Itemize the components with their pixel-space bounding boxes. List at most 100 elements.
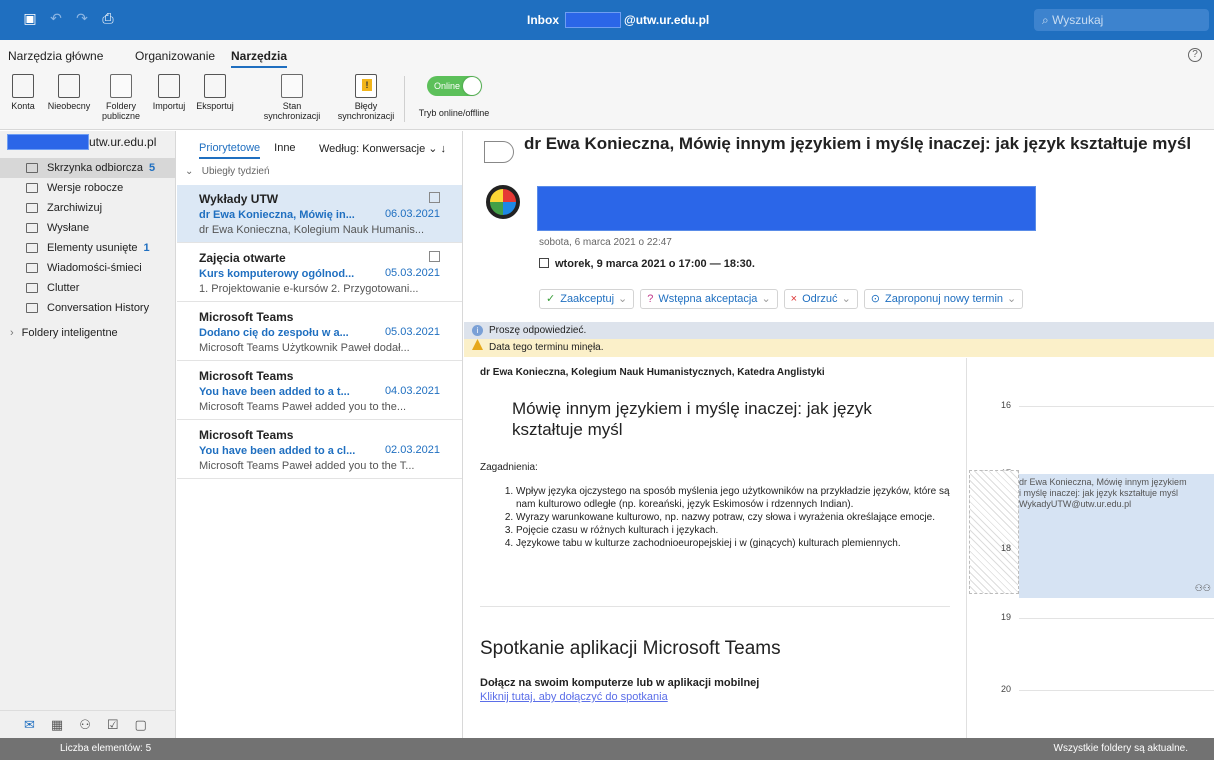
folder-sent[interactable]: Wysłane [0, 218, 176, 238]
tab-tools[interactable]: Narzędzia [231, 49, 288, 68]
window-title: Inbox @utw.ur.edu.pl [527, 12, 709, 28]
event-title-2: i myślę inaczej: jak język kształtuje my… [1019, 488, 1179, 498]
search-input[interactable]: ⌕ Wyszukaj [1034, 9, 1209, 31]
tab-home[interactable]: Narzędzia główne [8, 49, 103, 63]
message-item[interactable]: Microsoft Teams You have been added to a… [177, 421, 462, 479]
sort-direction-icon[interactable]: ↓ [441, 143, 447, 155]
drafts-icon [26, 183, 38, 193]
hour-line [1019, 406, 1214, 407]
folder-deleted[interactable]: Elementy usunięte 1 [0, 238, 176, 258]
title-bar: ▣ ↶ ↷ ⎙ Inbox @utw.ur.edu.pl ⌕ Wyszukaj [0, 0, 1214, 40]
accounts-button[interactable]: Konta [6, 74, 40, 111]
decline-button[interactable]: × Odrzuć ⌄ [783, 289, 858, 309]
meeting-icon [429, 251, 440, 262]
smart-folders[interactable]: › Foldery inteligentne [10, 327, 118, 339]
hour-line [1019, 618, 1214, 619]
folder-archive[interactable]: Zarchiwizuj [0, 198, 176, 218]
folder-label: Zarchiwizuj [47, 202, 103, 214]
sync-errors-icon [355, 74, 377, 98]
help-icon[interactable]: ? [1188, 48, 1202, 62]
message-date: 06.03.2021 [384, 208, 440, 220]
message-sender: Microsoft Teams [199, 310, 294, 324]
meeting-time-text: wtorek, 9 marca 2021 o 17:00 — 18:30. [555, 258, 755, 270]
teams-join-link[interactable]: Kliknij tutaj, aby dołączyć do spotkania [480, 691, 964, 703]
people-icon[interactable]: ⚇ [79, 717, 91, 733]
export-button[interactable]: Eksportuj [191, 74, 239, 111]
folder-inbox[interactable]: Skrzynka odbiorcza 5 [0, 158, 176, 178]
busy-hatch [969, 470, 1019, 594]
import-button[interactable]: Importuj [148, 74, 190, 111]
folder-label: Clutter [47, 282, 80, 294]
folder-junk[interactable]: Wiadomości-śmieci [0, 258, 176, 278]
item-count: Liczba elementów: 5 [60, 743, 152, 754]
out-of-office-label: Nieobecny [47, 101, 91, 111]
message-item[interactable]: Microsoft Teams Dodano cię do zespołu w … [177, 303, 462, 361]
message-item[interactable]: Zajęcia otwarte Kurs komputerowy ogólnod… [177, 244, 462, 302]
sync-status-button[interactable]: Stan synchronizacji [252, 74, 332, 121]
tab-focused[interactable]: Priorytetowe [199, 142, 261, 159]
message-item[interactable]: Microsoft Teams You have been added to a… [177, 362, 462, 420]
propose-time-button[interactable]: ⊙ Zaproponuj nowy termin ⌄ [863, 289, 1024, 309]
public-folders-label-2: publiczne [101, 111, 141, 121]
hour-row: 20 [967, 684, 1214, 694]
hour-label: 18 [1001, 543, 1012, 553]
chevron-down-icon: ⌄ [1007, 293, 1017, 305]
sort-dropdown[interactable]: Według: Konwersacje ⌄ ↓ [319, 142, 446, 155]
export-icon [204, 74, 226, 98]
tentative-button[interactable]: ? Wstępna akceptacja ⌄ [640, 289, 778, 309]
folder-clutter[interactable]: Clutter [0, 278, 176, 298]
account-icon [12, 74, 34, 98]
event-organizer: WykadyUTW@utw.ur.edu.pl [1019, 499, 1132, 509]
meeting-invite-icon [484, 141, 514, 163]
redo-icon[interactable]: ↷ [74, 10, 90, 26]
chevron-down-icon: ⌄ [618, 293, 628, 305]
message-sender: Microsoft Teams [199, 428, 294, 442]
calendar-preview: 16 17 dr Ewa Konieczna, Mówię innym języ… [966, 358, 1214, 738]
sync-status-icon [281, 74, 303, 98]
save-icon[interactable]: ▣ [22, 10, 38, 26]
calendar-event[interactable]: dr Ewa Konieczna, Mówię innym językiem i… [1019, 474, 1214, 598]
chevron-right-icon: › [10, 327, 14, 339]
account-header[interactable]: utw.ur.edu.pl [7, 133, 156, 151]
accept-button[interactable]: ✓ Zaakceptuj ⌄ [539, 289, 635, 309]
folder-icon [26, 283, 38, 293]
body-author: dr Ewa Konieczna, Kolegium Nauk Humanist… [480, 367, 825, 378]
sent-date: sobota, 6 marca 2021 o 22:47 [539, 237, 672, 248]
print-icon[interactable]: ⎙ [100, 10, 116, 26]
public-folders-button[interactable]: Foldery publiczne [98, 74, 144, 121]
folder-label: Wysłane [47, 222, 90, 234]
avatar [486, 185, 520, 219]
teams-heading: Spotkanie aplikacji Microsoft Teams [480, 638, 781, 659]
chevron-down-icon: ⌄ [185, 166, 194, 177]
message-sender: Zajęcia otwarte [199, 251, 286, 265]
online-offline-toggle[interactable]: Online [427, 76, 482, 96]
ribbon-tabs: Narzędzia główne Organizowanie Narzędzia… [0, 40, 1214, 68]
warning-bar: Data tego terminu minęła. [464, 339, 1214, 357]
folder-label: Wiadomości-śmieci [47, 262, 142, 274]
out-of-office-button[interactable]: Nieobecny [44, 74, 94, 111]
tab-organize[interactable]: Organizowanie [135, 49, 215, 63]
close-icon: × [790, 293, 798, 305]
calendar-icon[interactable]: ▦ [51, 717, 63, 733]
undo-icon[interactable]: ↶ [48, 10, 64, 26]
hour-label: 20 [1001, 684, 1012, 694]
tab-other[interactable]: Inne [274, 142, 295, 154]
folder-drafts[interactable]: Wersje robocze [0, 178, 176, 198]
tasks-icon[interactable]: ☑ [107, 717, 119, 733]
list-item: Wyrazy warunkowane kulturowo, np. nazwy … [516, 511, 964, 524]
notes-icon[interactable]: ▢ [135, 717, 147, 733]
message-item[interactable]: Wykłady UTW dr Ewa Konieczna, Mówię in..… [177, 185, 462, 243]
sync-status-label-2: synchronizacji [263, 111, 321, 121]
sync-errors-button[interactable]: Błędy synchronizacji [326, 74, 406, 121]
group-header[interactable]: ⌄ Ubiegły tydzień [185, 166, 270, 177]
mail-icon[interactable]: ✉ [24, 717, 35, 733]
trash-icon [26, 243, 38, 253]
propose-time-label: Zaproponuj nowy termin [885, 293, 1004, 305]
message-preview: Microsoft Teams Paweł added you to the T… [199, 460, 415, 472]
sync-status: Wszystkie foldery są aktualne. [1053, 743, 1189, 754]
tentative-label: Wstępna akceptacja [658, 293, 758, 305]
folder-conversation-history[interactable]: Conversation History [0, 298, 176, 318]
hour-label: 19 [1001, 612, 1012, 622]
topics-list: Wpływ języka ojczystego na sposób myślen… [516, 485, 964, 550]
list-item: Językowe tabu w kulturze zachodnioeurope… [516, 537, 964, 550]
